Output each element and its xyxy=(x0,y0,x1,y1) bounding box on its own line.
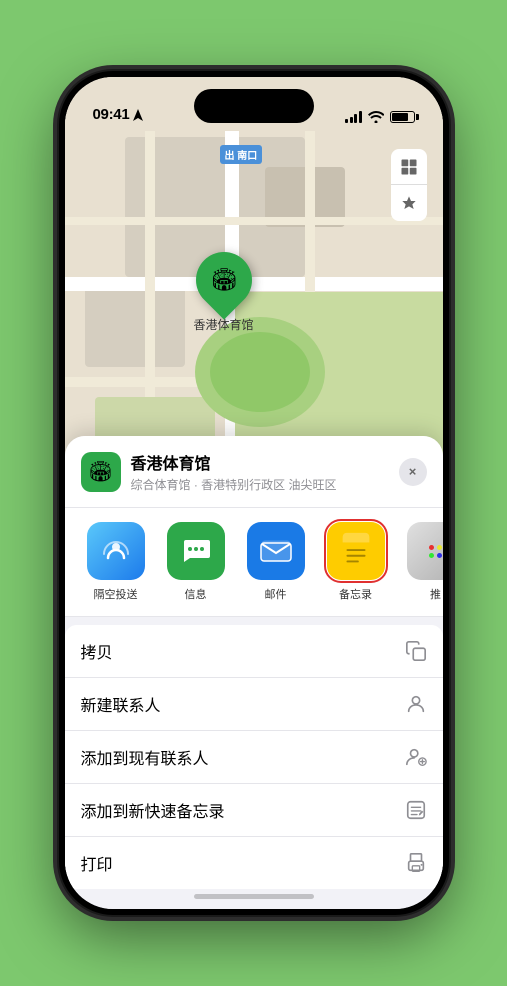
printer-icon xyxy=(405,852,427,874)
share-item-messages[interactable]: 信息 xyxy=(161,522,231,602)
share-item-notes[interactable]: 备忘录 xyxy=(321,522,391,602)
airdrop-icon xyxy=(101,536,131,566)
map-view-button[interactable] xyxy=(391,149,427,185)
location-button[interactable] xyxy=(391,185,427,221)
map-label: 出 南口 xyxy=(220,145,263,164)
signal-bars xyxy=(345,111,362,123)
person-icon xyxy=(405,693,427,715)
action-add-quick-note[interactable]: 添加到新快速备忘录 xyxy=(65,784,443,837)
copy-icon xyxy=(405,640,427,662)
map-controls[interactable] xyxy=(391,149,427,221)
phone-screen: 09:41 xyxy=(65,77,443,909)
venue-icon: 🏟 xyxy=(88,459,113,484)
mail-icon-wrap xyxy=(247,522,305,580)
print-label: 打印 xyxy=(81,851,113,875)
copy-label: 拷贝 xyxy=(81,639,113,663)
messages-label: 信息 xyxy=(185,586,207,602)
map-area: 出 南口 xyxy=(65,77,443,497)
share-item-airdrop[interactable]: 隔空投送 xyxy=(81,522,151,602)
location-text: 香港体育馆 综合体育馆 · 香港特别行政区 油尖旺区 xyxy=(131,450,337,493)
add-existing-label: 添加到现有联系人 xyxy=(81,745,209,769)
mail-icon xyxy=(260,539,292,563)
share-item-mail[interactable]: 邮件 xyxy=(241,522,311,602)
share-row: 隔空投送 信息 xyxy=(65,508,443,617)
action-print[interactable]: 打印 xyxy=(65,837,443,889)
notes-icon xyxy=(338,531,374,571)
marker-pin: 🏟 xyxy=(184,240,263,319)
airdrop-label: 隔空投送 xyxy=(94,586,138,602)
action-add-existing-contact[interactable]: 添加到现有联系人 xyxy=(65,731,443,784)
location-icon xyxy=(401,195,417,211)
wifi-icon xyxy=(368,111,384,123)
home-indicator xyxy=(194,894,314,899)
close-button[interactable]: × xyxy=(399,458,427,486)
close-icon: × xyxy=(409,464,417,479)
person-add-icon xyxy=(405,746,427,768)
location-arrow-icon xyxy=(133,109,143,121)
messages-icon xyxy=(180,536,212,566)
mail-label: 邮件 xyxy=(265,586,287,602)
notes-icon-wrap xyxy=(327,522,385,580)
stadium-icon: 🏟 xyxy=(210,267,238,293)
action-list: 拷贝 新建联系人 添加到现有联系人 xyxy=(65,625,443,889)
stadium-marker: 🏟 香港体育馆 xyxy=(194,252,254,333)
quick-note-icon xyxy=(405,799,427,821)
location-subtitle: 综合体育馆 · 香港特别行政区 油尖旺区 xyxy=(131,476,337,493)
location-info: 🏟 香港体育馆 综合体育馆 · 香港特别行政区 油尖旺区 xyxy=(81,450,337,493)
add-quick-note-label: 添加到新快速备忘录 xyxy=(81,798,225,822)
battery-icon xyxy=(390,111,415,123)
location-card: 🏟 香港体育馆 综合体育馆 · 香港特别行政区 油尖旺区 × xyxy=(65,436,443,508)
new-contact-label: 新建联系人 xyxy=(81,692,161,716)
dynamic-island xyxy=(194,89,314,123)
more-dots xyxy=(429,545,442,558)
location-icon-wrap: 🏟 xyxy=(81,452,121,492)
more-icon-wrap xyxy=(407,522,443,580)
status-icons xyxy=(345,111,415,123)
action-new-contact[interactable]: 新建联系人 xyxy=(65,678,443,731)
status-time: 09:41 xyxy=(93,106,130,123)
exit-badge: 出 南口 xyxy=(220,145,263,164)
messages-icon-wrap xyxy=(167,522,225,580)
airdrop-icon-wrap xyxy=(87,522,145,580)
action-copy[interactable]: 拷贝 xyxy=(65,625,443,678)
phone-frame: 09:41 xyxy=(59,71,449,915)
notes-label: 备忘录 xyxy=(339,586,372,602)
share-item-more[interactable]: 推 xyxy=(401,522,443,602)
location-title: 香港体育馆 xyxy=(131,450,337,474)
bottom-sheet: 🏟 香港体育馆 综合体育馆 · 香港特别行政区 油尖旺区 × xyxy=(65,436,443,909)
map-icon xyxy=(400,158,418,176)
more-label: 推 xyxy=(430,586,441,602)
